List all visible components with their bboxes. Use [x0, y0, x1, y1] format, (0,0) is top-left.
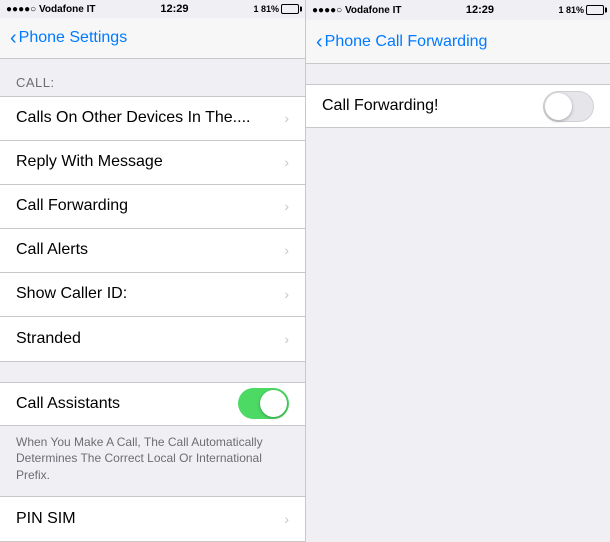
right-back-label: Phone Call Forwarding [325, 33, 488, 51]
chevron-right-icon-4: › [284, 286, 289, 302]
calls-other-devices-label: Calls On Other Devices In The.... [16, 109, 250, 127]
stranded-label: Stranded [16, 330, 81, 348]
list-item-stranded[interactable]: Stranded › [0, 317, 305, 361]
call-assistant-toggle[interactable] [238, 388, 289, 419]
chevron-right-icon-1: › [284, 154, 289, 170]
call-assistant-item[interactable]: Call Assistants [0, 382, 305, 426]
call-forwarding-toggle-label: Call Forwarding! [322, 97, 438, 115]
list-item-call-forwarding[interactable]: Call Forwarding › [0, 185, 305, 229]
left-carrier: ●●●●○ Vodafone IT [6, 4, 95, 15]
left-panel: ●●●●○ Vodafone IT 12:29 1 81% ‹ Phone Se… [0, 0, 305, 542]
chevron-right-icon-5: › [284, 331, 289, 347]
left-nav-bar: ‹ Phone Settings [0, 18, 305, 58]
left-back-button[interactable]: ‹ Phone Settings [10, 28, 127, 48]
right-back-chevron-icon: ‹ [316, 32, 323, 52]
chevron-right-icon-2: › [284, 198, 289, 214]
toggle-knob [260, 390, 287, 417]
toggle-knob-off [545, 93, 572, 120]
right-time: 12:29 [466, 4, 494, 16]
call-forwarding-toggle-item[interactable]: Call Forwarding! [306, 84, 610, 128]
chevron-right-icon-0: › [284, 110, 289, 126]
caller-id-label: Show Caller ID: [16, 285, 127, 303]
call-forwarding-toggle[interactable] [543, 91, 594, 122]
right-status-bar: ●●●●○ Vodafone IT 12:29 1 81% [306, 0, 610, 20]
right-signal-text: 1 81% [558, 5, 584, 15]
call-forwarding-label: Call Forwarding [16, 197, 128, 215]
list-item-caller-id[interactable]: Show Caller ID: › [0, 273, 305, 317]
left-status-bar: ●●●●○ Vodafone IT 12:29 1 81% [0, 0, 305, 18]
assistant-section: Call Assistants When You Make A Call, Th… [0, 382, 305, 496]
right-panel: ●●●●○ Vodafone IT 12:29 1 81% ‹ Phone Ca… [305, 0, 610, 542]
right-right-icons: 1 81% [558, 5, 604, 15]
list-item-reply-message[interactable]: Reply With Message › [0, 141, 305, 185]
left-back-label: Phone Settings [19, 29, 128, 47]
list-item-pin-sim[interactable]: PIN SIM › [0, 497, 305, 541]
left-time: 12:29 [160, 3, 188, 15]
right-battery-icon [586, 5, 604, 15]
battery-icon [281, 4, 299, 14]
list-item-calls-other-devices[interactable]: Calls On Other Devices In The.... › [0, 97, 305, 141]
pin-sim-label: PIN SIM [16, 510, 76, 528]
pin-sim-section: PIN SIM › [0, 496, 305, 542]
right-nav-bar: ‹ Phone Call Forwarding [306, 20, 610, 64]
chevron-right-icon-pin: › [284, 511, 289, 527]
left-right-icons: 1 81% [253, 4, 299, 14]
call-assistant-label: Call Assistants [16, 395, 120, 413]
chevron-right-icon-3: › [284, 242, 289, 258]
assistant-description: When You Make A Call, The Call Automatic… [0, 426, 305, 496]
list-item-call-alerts[interactable]: Call Alerts › [0, 229, 305, 273]
right-carrier: ●●●●○ Vodafone IT [312, 5, 401, 16]
right-content: Call Forwarding! [306, 64, 610, 542]
settings-list: Calls On Other Devices In The.... › Repl… [0, 96, 305, 362]
reply-message-label: Reply With Message [16, 153, 163, 171]
call-alerts-label: Call Alerts [16, 241, 88, 259]
back-chevron-icon: ‹ [10, 28, 17, 48]
call-section-header: CALL: [0, 59, 305, 96]
signal-text: 1 81% [253, 4, 279, 14]
right-back-button[interactable]: ‹ Phone Call Forwarding [316, 32, 487, 52]
